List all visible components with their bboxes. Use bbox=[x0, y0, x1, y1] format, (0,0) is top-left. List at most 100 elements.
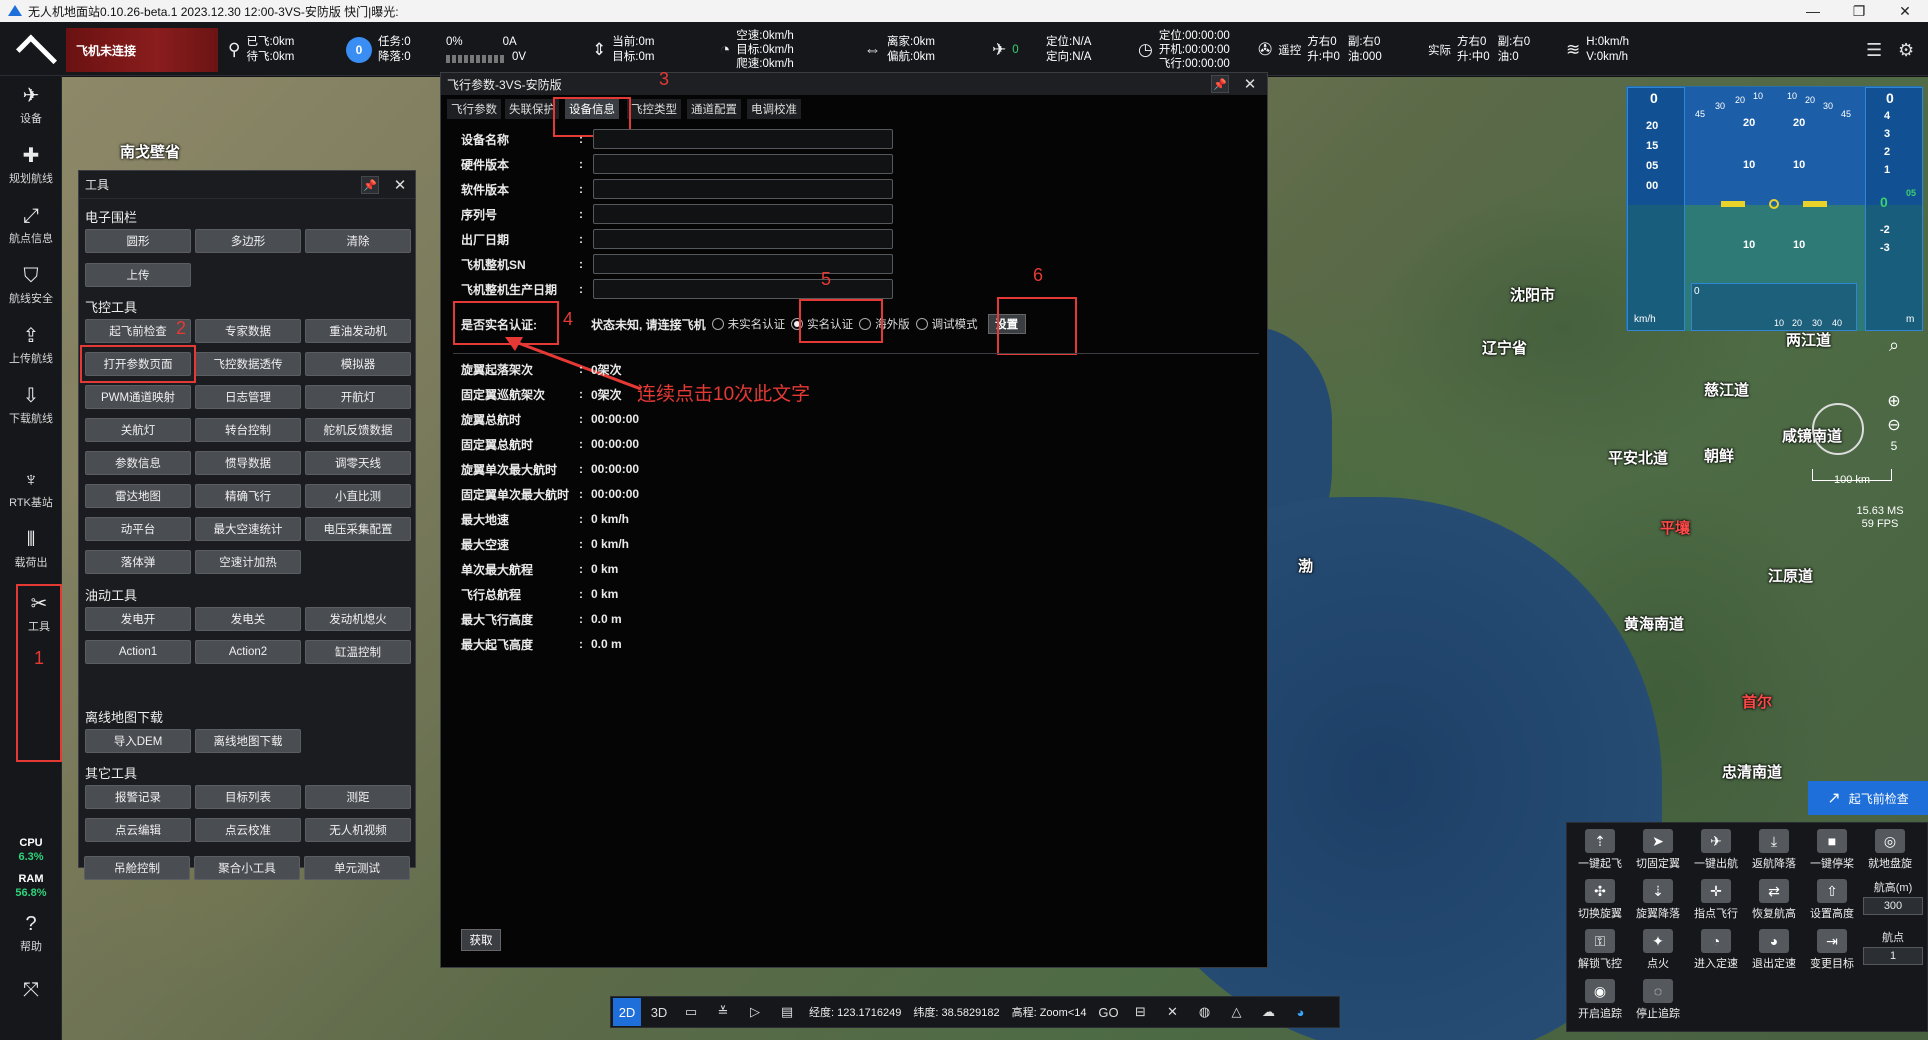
map-search-icon[interactable]: ⌕ bbox=[1880, 335, 1908, 356]
mode-2d-button[interactable]: 2D bbox=[613, 998, 641, 1026]
precise-flight-button[interactable]: 精确飞行 bbox=[195, 484, 301, 508]
cylinder-temp-button[interactable]: 缸温控制 bbox=[305, 640, 411, 664]
generator-on-button[interactable]: 发电开 bbox=[85, 607, 191, 631]
close-window-button[interactable]: ✕ bbox=[1882, 0, 1928, 22]
gear-icon[interactable]: ⚙ bbox=[1898, 40, 1914, 61]
switch-rotor-button[interactable]: ✣ 切换旋翼 bbox=[1571, 877, 1629, 925]
set-altitude-button[interactable]: ⇧ 设置高度 bbox=[1803, 877, 1861, 925]
pin-icon[interactable]: 📌 bbox=[1211, 75, 1229, 93]
aircraft-sn-input[interactable] bbox=[593, 254, 893, 274]
ins-data-button[interactable]: 惯导数据 bbox=[195, 451, 301, 475]
ignite-button[interactable]: ✦ 点火 bbox=[1629, 927, 1687, 975]
unit-test-button[interactable]: 单元测试 bbox=[304, 856, 410, 880]
fence-circle-button[interactable]: 圆形 bbox=[85, 229, 191, 253]
zoom-out-button[interactable]: ⊖ bbox=[1880, 415, 1908, 435]
drop-bomb-button[interactable]: 落体弹 bbox=[85, 550, 191, 574]
nav-light-on-button[interactable]: 开航灯 bbox=[305, 385, 411, 409]
one-key-takeoff-button[interactable]: ⇡ 一键起飞 bbox=[1571, 827, 1629, 875]
tab-flight-params[interactable]: 飞行参数 bbox=[447, 99, 501, 119]
engine-kill-button[interactable]: 发动机熄火 bbox=[305, 607, 411, 631]
ruler-icon[interactable]: ▤ bbox=[773, 998, 801, 1026]
servo-feedback-button[interactable]: 舵机反馈数据 bbox=[305, 418, 411, 442]
radio-debug[interactable]: 调试模式 bbox=[915, 316, 978, 332]
close-icon[interactable]: ✕ bbox=[391, 176, 409, 194]
sliders-icon[interactable]: ☰ bbox=[1866, 40, 1882, 61]
factory-date-input[interactable] bbox=[593, 229, 893, 249]
simulator-button[interactable]: 模拟器 bbox=[305, 352, 411, 376]
alarm-log-button[interactable]: 报警记录 bbox=[85, 785, 191, 809]
enter-cruise-button[interactable]: ◔ 进入定速 bbox=[1687, 927, 1745, 975]
point-cloud-calib-button[interactable]: 点云校准 bbox=[195, 818, 301, 842]
software-version-input[interactable] bbox=[593, 179, 893, 199]
mode-3d-button[interactable]: 3D bbox=[645, 998, 673, 1026]
compass-icon[interactable] bbox=[1812, 403, 1864, 455]
sidebar-item-upload-route[interactable]: ⇪ 上传航线 bbox=[0, 324, 62, 366]
get-button[interactable]: 获取 bbox=[461, 929, 501, 951]
tab-fc-type[interactable]: 飞控类型 bbox=[627, 99, 681, 119]
action1-button[interactable]: Action1 bbox=[85, 640, 191, 664]
measure-distance-button[interactable]: 测距 bbox=[305, 785, 411, 809]
point-flight-button[interactable]: ✛ 指点飞行 bbox=[1687, 877, 1745, 925]
satellite-layer-icon[interactable]: ✕ bbox=[1158, 998, 1186, 1026]
sidebar-item-rtk[interactable]: ♆ RTK基站 bbox=[0, 468, 62, 510]
aggregate-tools-button[interactable]: 聚合小工具 bbox=[194, 856, 300, 880]
zero-antenna-button[interactable]: 调零天线 bbox=[305, 451, 411, 475]
cloud-icon[interactable]: ☁ bbox=[1254, 998, 1282, 1026]
generator-off-button[interactable]: 发电关 bbox=[195, 607, 301, 631]
connection-status[interactable]: 飞机未连接 bbox=[66, 28, 218, 72]
hardware-version-input[interactable] bbox=[593, 154, 893, 174]
moving-platform-button[interactable]: 动平台 bbox=[85, 517, 191, 541]
layers-icon[interactable]: ⊟ bbox=[1126, 998, 1154, 1026]
waypoint-setting-input[interactable]: 1 bbox=[1863, 947, 1923, 965]
sidebar-item-device[interactable]: ✈ 设备 bbox=[0, 84, 62, 126]
sidebar-item-tools[interactable]: ✂ 工具 bbox=[16, 584, 62, 762]
return-land-button[interactable]: ⤓ 返航降落 bbox=[1745, 827, 1803, 875]
pod-control-button[interactable]: 吊舱控制 bbox=[84, 856, 190, 880]
sidebar-item-route-safety[interactable]: ⛉ 航线安全 bbox=[0, 264, 62, 306]
calendar-icon[interactable]: ▭ bbox=[677, 998, 705, 1026]
altitude-setting-input[interactable]: 300 bbox=[1863, 897, 1923, 915]
aircraft-production-date-input[interactable] bbox=[593, 279, 893, 299]
tab-esc-calib[interactable]: 电调校准 bbox=[747, 99, 801, 119]
exit-cruise-button[interactable]: ◕ 退出定速 bbox=[1745, 927, 1803, 975]
unlock-fc-button[interactable]: ⚿ 解锁飞控 bbox=[1571, 927, 1629, 975]
restore-altitude-button[interactable]: ⇄ 恢复航高 bbox=[1745, 877, 1803, 925]
action2-button[interactable]: Action2 bbox=[195, 640, 301, 664]
voltage-config-button[interactable]: 电压采集配置 bbox=[305, 517, 411, 541]
flight-data-passthrough-button[interactable]: 飞控数据透传 bbox=[195, 352, 301, 376]
tab-device-info[interactable]: 设备信息 bbox=[565, 99, 619, 119]
expert-data-button[interactable]: 专家数据 bbox=[195, 319, 301, 343]
switch-fixed-wing-button[interactable]: ➤ 切固定翼 bbox=[1629, 827, 1687, 875]
sidebar-item-download-route[interactable]: ⇩ 下载航线 bbox=[0, 384, 62, 426]
sidebar-item-waypoint-info[interactable]: ⤢ 航点信息 bbox=[0, 204, 62, 246]
param-info-button[interactable]: 参数信息 bbox=[85, 451, 191, 475]
start-tracking-button[interactable]: ◉ 开启追踪 bbox=[1571, 977, 1629, 1025]
stop-tracking-button[interactable]: ◌ 停止追踪 bbox=[1629, 977, 1687, 1025]
zoom-in-button[interactable]: ⊕ bbox=[1880, 391, 1908, 411]
ratio-test-button[interactable]: 小直比测 bbox=[305, 484, 411, 508]
track-icon[interactable]: ≚ bbox=[709, 998, 737, 1026]
change-target-button[interactable]: ⇥ 变更目标 bbox=[1803, 927, 1861, 975]
fullscreen-button[interactable]: ⤧ bbox=[0, 978, 62, 1004]
globe-icon[interactable]: ◕ bbox=[1286, 998, 1314, 1026]
sidebar-item-plan-route[interactable]: ✚ 规划航线 bbox=[0, 144, 62, 186]
pwm-mapping-button[interactable]: PWM通道映射 bbox=[85, 385, 191, 409]
pin-icon[interactable]: 📌 bbox=[361, 176, 379, 194]
play-icon[interactable]: ▷ bbox=[741, 998, 769, 1026]
radio-overseas[interactable]: 海外版 bbox=[859, 316, 910, 332]
close-icon[interactable]: ✕ bbox=[1241, 75, 1259, 93]
go-button[interactable]: GO bbox=[1094, 998, 1122, 1026]
pitot-heating-button[interactable]: 空速计加热 bbox=[195, 550, 301, 574]
radar-map-button[interactable]: 雷达地图 bbox=[85, 484, 191, 508]
drone-video-button[interactable]: 无人机视频 bbox=[305, 818, 411, 842]
tab-channel-config[interactable]: 通道配置 bbox=[687, 99, 741, 119]
open-params-page-button[interactable]: 打开参数页面 bbox=[85, 352, 191, 376]
warning-icon[interactable]: △ bbox=[1222, 998, 1250, 1026]
sidebar-item-payload[interactable]: ⦀ 载荷出 bbox=[0, 528, 62, 570]
radio-verified[interactable]: 实名认证 bbox=[791, 316, 853, 332]
offline-map-download-button[interactable]: 离线地图下载 bbox=[195, 729, 301, 753]
radio-not-verified[interactable]: 未实名认证 bbox=[711, 316, 785, 332]
import-dem-button[interactable]: 导入DEM bbox=[85, 729, 191, 753]
one-key-depart-button[interactable]: ✈ 一键出航 bbox=[1687, 827, 1745, 875]
log-management-button[interactable]: 日志管理 bbox=[195, 385, 301, 409]
